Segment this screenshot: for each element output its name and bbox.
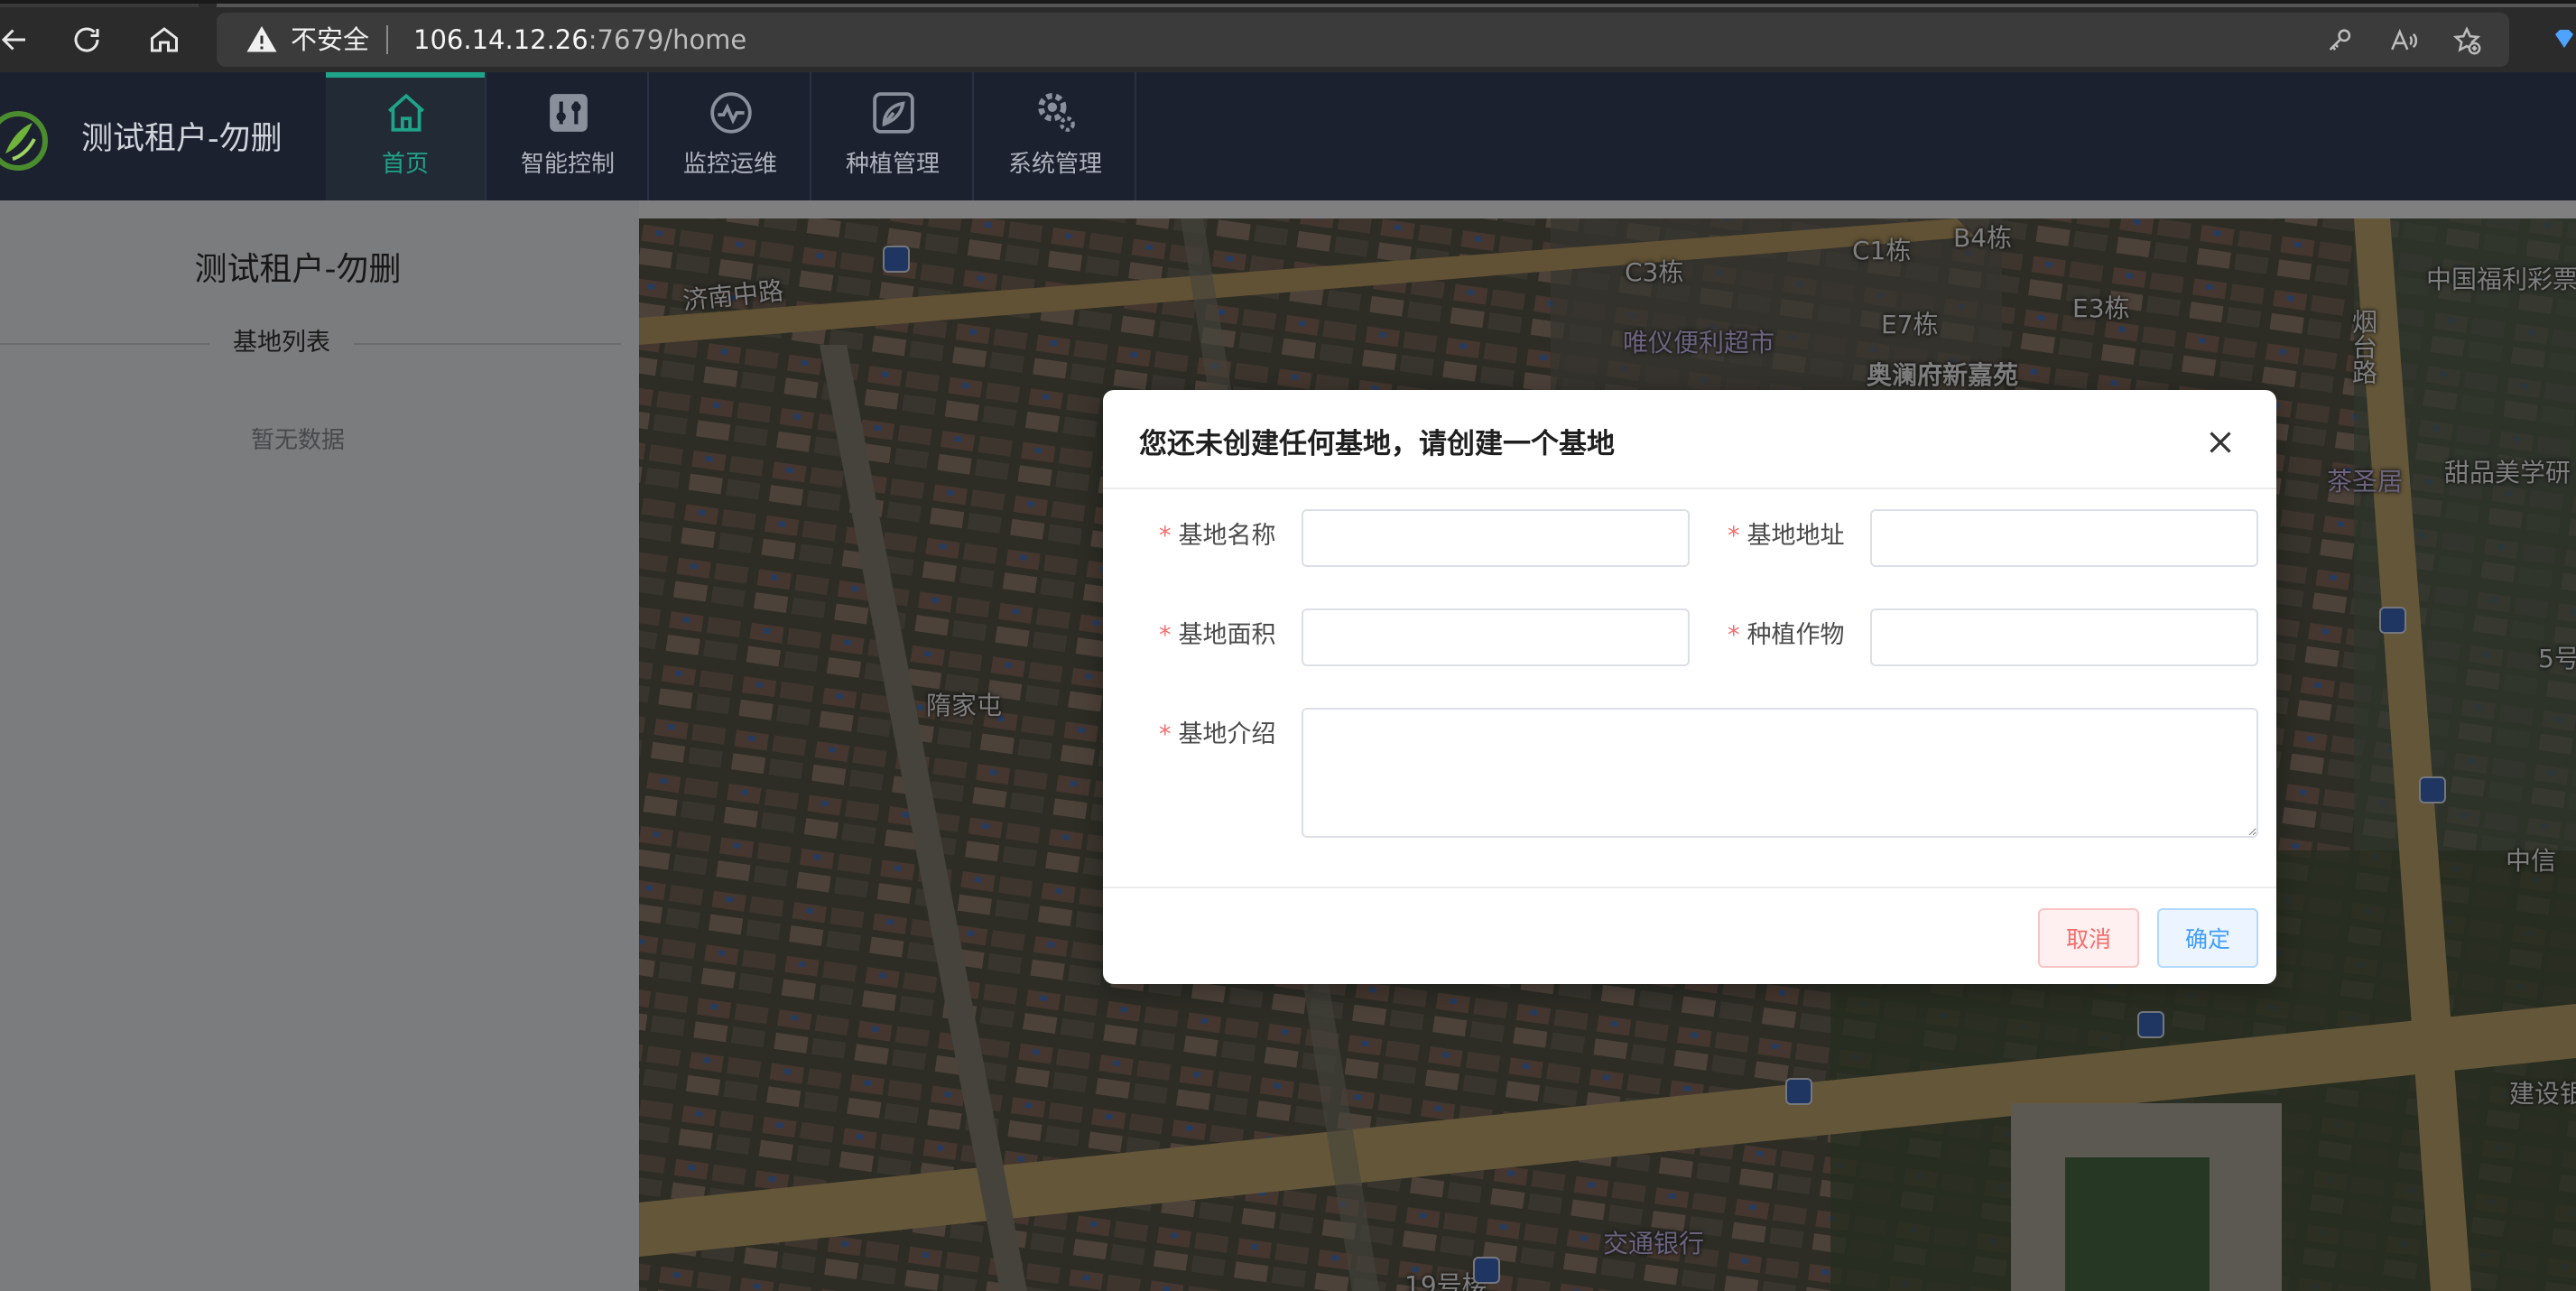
extension-icon[interactable]	[2551, 25, 2576, 52]
crop-input[interactable]	[1870, 608, 2258, 666]
app-logo	[0, 111, 48, 171]
cancel-button[interactable]: 取消	[2038, 908, 2139, 968]
plant-icon	[873, 92, 914, 134]
base-intro-textarea[interactable]	[1302, 708, 2258, 838]
nav-monitoring[interactable]: 监控运维	[651, 72, 811, 200]
sliders-icon	[550, 94, 588, 132]
warning-icon	[246, 26, 277, 52]
crop-label: * 种植作物	[1728, 618, 1845, 654]
required-mark: *	[1159, 522, 1172, 550]
dialog-footer-divider	[1103, 887, 2276, 888]
create-base-dialog: 您还未创建任何基地，请创建一个基地 * 基地名称 * 基地地址 * 基地面积 * 种植作…	[1103, 390, 2276, 984]
base-name-input[interactable]	[1302, 509, 1690, 567]
dialog-header: 您还未创建任何基地，请创建一个基地	[1103, 390, 2276, 489]
gear-icon	[1038, 93, 1075, 132]
nav-smart-control[interactable]: 智能控制	[488, 72, 649, 200]
browser-toolbar: 不安全 106.14.12.26:7679/home	[0, 0, 2576, 72]
base-intro-label-text: 基地介绍	[1178, 720, 1276, 748]
read-aloud-icon[interactable]	[2388, 25, 2419, 56]
base-name-label: * 基地名称	[1159, 518, 1276, 554]
base-name-label-text: 基地名称	[1178, 522, 1276, 550]
home-browser-icon[interactable]	[144, 20, 184, 60]
address-bar[interactable]: 不安全 106.14.12.26:7679/home	[217, 13, 2509, 67]
tab-strip-rest	[217, 4, 2576, 7]
base-area-label-text: 基地面积	[1178, 621, 1276, 649]
address-separator	[386, 25, 388, 54]
back-arrow-icon[interactable]	[0, 20, 34, 60]
base-area-input[interactable]	[1302, 608, 1690, 666]
favorite-add-icon[interactable]	[2451, 25, 2482, 56]
app-header: 测试租户-勿删 首页 智能控制 监控运维 种植管理 系统管理	[0, 72, 2576, 200]
url-path: :7679/home	[588, 24, 747, 55]
required-mark: *	[1728, 621, 1740, 649]
nav-home[interactable]: 首页	[326, 72, 486, 200]
base-area-label: * 基地面积	[1159, 618, 1276, 654]
url-text: 106.14.12.26:7679/home	[413, 23, 746, 56]
refresh-icon[interactable]	[67, 20, 107, 60]
nav-planting-label: 种植管理	[845, 151, 940, 178]
nav-smart-control-label: 智能控制	[520, 151, 615, 178]
app-title: 测试租户-勿删	[81, 121, 283, 157]
required-mark: *	[1728, 522, 1740, 550]
required-mark: *	[1159, 621, 1172, 649]
base-address-input[interactable]	[1870, 509, 2258, 567]
base-intro-label: * 基地介绍	[1159, 717, 1276, 753]
nav-system-label: 系统管理	[1007, 151, 1102, 178]
close-icon[interactable]	[2204, 426, 2237, 459]
base-address-label: * 基地地址	[1728, 518, 1845, 554]
pulse-icon	[710, 92, 752, 134]
nav-home-label: 首页	[381, 151, 429, 178]
key-icon[interactable]	[2325, 25, 2356, 56]
base-address-label-text: 基地地址	[1747, 522, 1845, 550]
tab-strip	[0, 4, 199, 7]
crop-label-text: 种植作物	[1747, 621, 1845, 649]
dialog-title: 您还未创建任何基地，请创建一个基地	[1139, 428, 1615, 460]
url-host: 106.14.12.26	[413, 24, 588, 55]
confirm-button[interactable]: 确定	[2157, 908, 2258, 968]
nav-system[interactable]: 系统管理	[976, 72, 1136, 200]
home-icon	[388, 93, 424, 132]
required-mark: *	[1159, 720, 1172, 748]
insecure-label: 不安全	[291, 24, 370, 55]
nav-monitoring-label: 监控运维	[682, 151, 777, 178]
nav-planting[interactable]: 种植管理	[813, 72, 974, 200]
